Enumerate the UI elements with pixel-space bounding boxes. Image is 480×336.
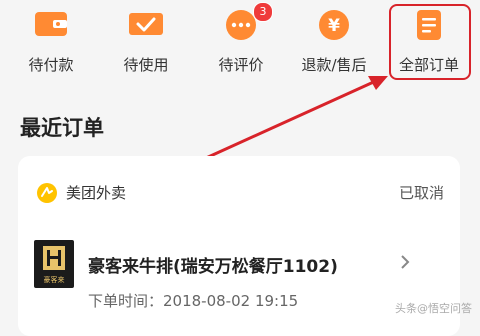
wallet-icon: [31, 8, 71, 44]
annotation-highlight-box: [389, 4, 471, 80]
shortcut-label: 待使用: [123, 56, 169, 74]
ticket-check-icon: [126, 8, 166, 44]
restaurant-name: 豪客来牛排(瑞安万松餐厅1102): [88, 257, 338, 277]
yen-refund-icon: ¥: [314, 8, 354, 46]
svg-text:¥: ¥: [328, 16, 340, 36]
shortcut-to-use[interactable]: 待使用: [101, 0, 191, 90]
order-time: 下单时间：2018-08-02 19:15: [88, 292, 299, 310]
shortcut-pending-payment[interactable]: 待付款: [6, 0, 96, 90]
shortcut-label: 退款/售后: [301, 56, 367, 74]
chevron-right-icon[interactable]: [399, 253, 411, 275]
watermark-text: 头条@悟空问答: [395, 302, 472, 315]
restaurant-logo: 豪客来: [34, 240, 74, 288]
order-status: 已取消: [398, 184, 444, 202]
shortcut-refund[interactable]: ¥ 退款/售后: [289, 0, 379, 90]
section-title: 最近订单: [20, 116, 104, 140]
shortcut-to-review[interactable]: 3 待评价: [196, 0, 286, 90]
order-card[interactable]: 美团外卖 已取消 豪客来 豪客来牛排(瑞安万松餐厅1102) 下单时间：2018…: [18, 156, 460, 336]
meituan-icon: [36, 182, 58, 208]
watermark: 头条@悟空问答: [395, 300, 472, 316]
shortcut-label: 待评价: [218, 56, 264, 74]
order-brand: 美团外卖: [66, 184, 127, 202]
notification-badge: 3: [253, 2, 273, 22]
shortcut-label: 待付款: [28, 56, 74, 74]
